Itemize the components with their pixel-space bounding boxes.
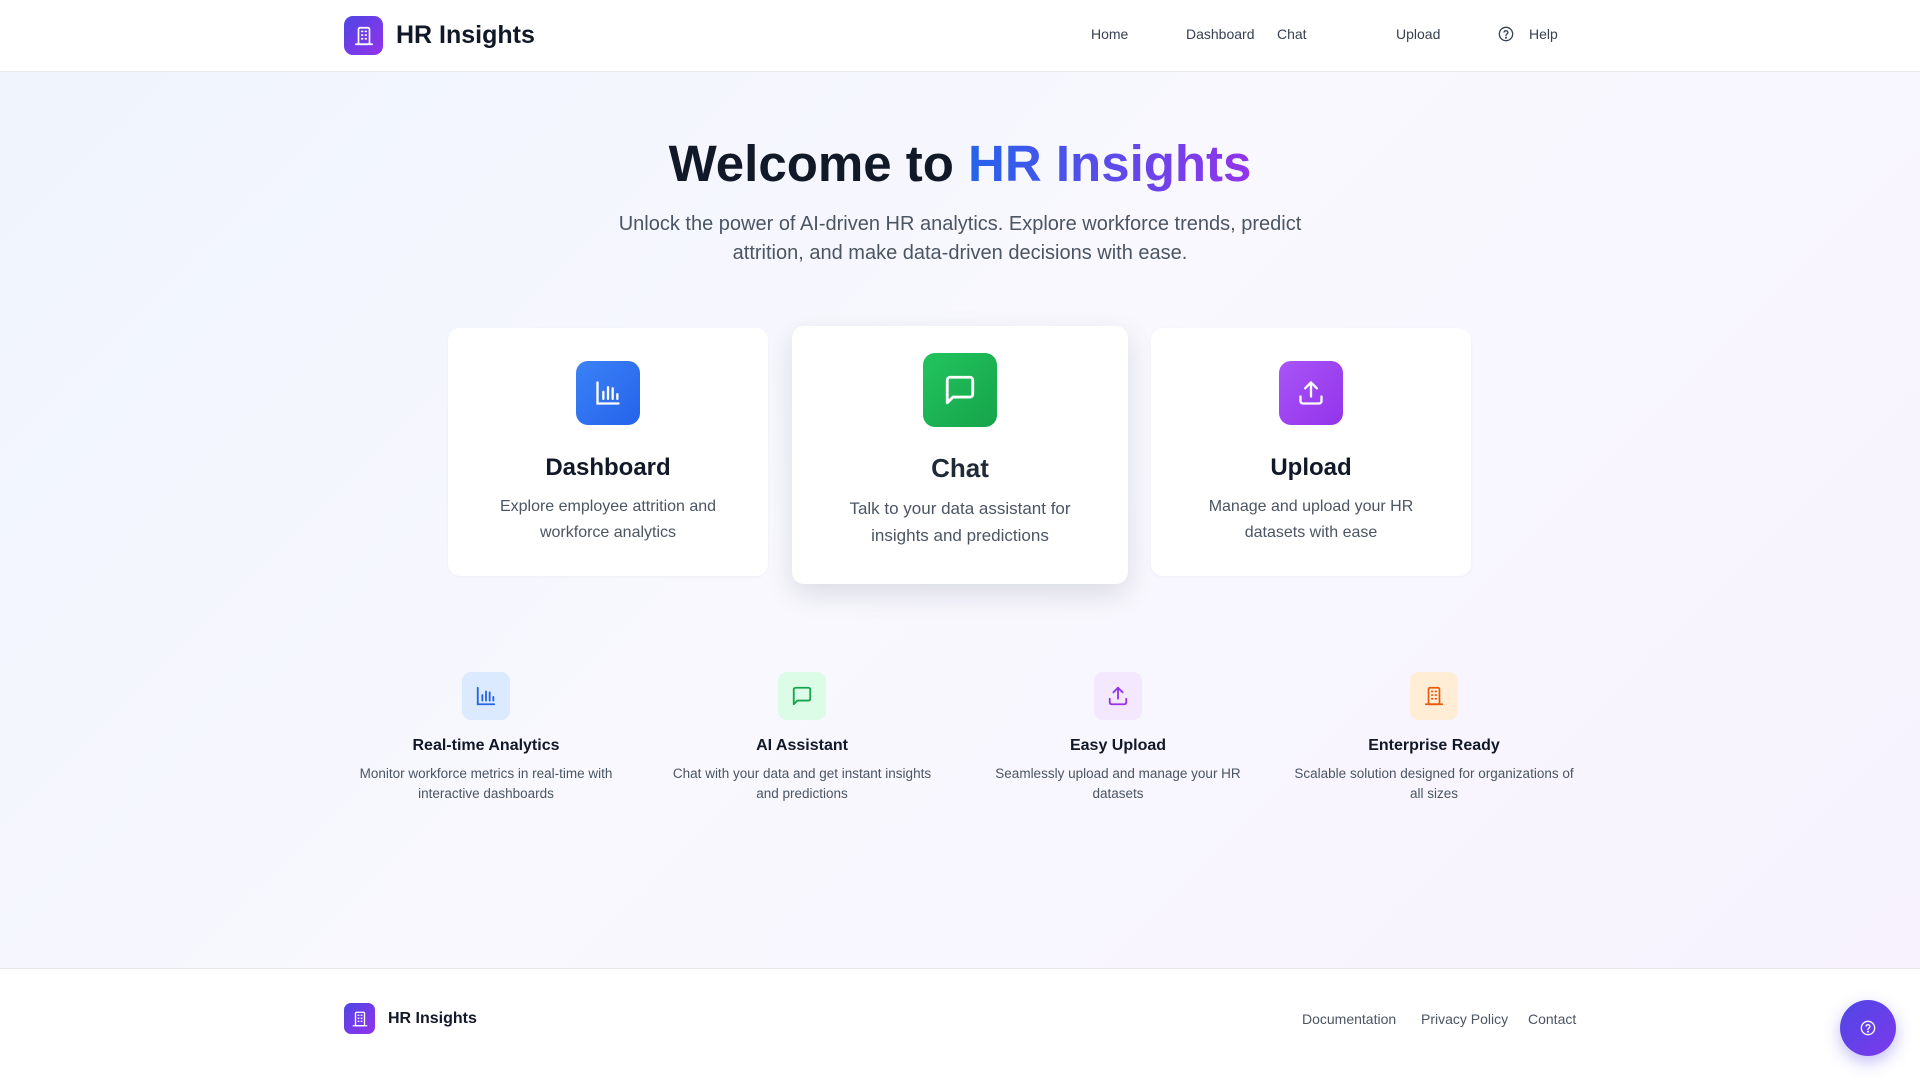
dashboard-card[interactable]: Dashboard Explore employee attrition and… (448, 328, 768, 576)
hero-title-prefix: Welcome to (668, 135, 954, 192)
nav-upload[interactable]: Upload (1396, 26, 1440, 42)
nav-home[interactable]: Home (1091, 26, 1128, 42)
feature-title: Enterprise Ready (1368, 737, 1500, 754)
footer-link-privacy-policy[interactable]: Privacy Policy (1421, 1011, 1508, 1027)
footer-link-documentation[interactable]: Documentation (1302, 1011, 1396, 1027)
upload-icon (1094, 672, 1142, 720)
feature-easy-upload: Easy Upload Seamlessly upload and manage… (973, 672, 1263, 804)
footer-link-contact[interactable]: Contact (1528, 1011, 1576, 1027)
feature-title: Easy Upload (1069, 737, 1167, 754)
upload-icon (1279, 361, 1343, 425)
help-circle-icon (1860, 1020, 1876, 1036)
nav-help-label: Help (1529, 26, 1558, 42)
nav-help[interactable]: Help (1498, 26, 1558, 42)
bar-chart-icon (462, 672, 510, 720)
feature-description: Scalable solution designed for organizat… (1294, 766, 1574, 801)
message-square-icon (778, 672, 826, 720)
feature-description: Seamlessly upload and manage your HR dat… (995, 766, 1241, 801)
feature-title: Real-time Analytics (412, 737, 560, 754)
feature-description: Monitor workforce metrics in real-time w… (359, 766, 613, 801)
upload-card[interactable]: Upload Manage and upload your HR dataset… (1151, 328, 1471, 576)
bar-chart-icon (576, 361, 640, 425)
card-title: Dashboard (545, 454, 671, 481)
feature-ai-assistant: AI Assistant Chat with your data and get… (657, 672, 947, 804)
nav-dashboard[interactable]: Dashboard (1186, 26, 1255, 42)
feature-title: AI Assistant (756, 737, 848, 754)
message-square-icon (923, 353, 997, 427)
feature-description: Chat with your data and get instant insi… (672, 766, 932, 801)
feature-real-time-analytics: Real-time Analytics Monitor workforce me… (341, 672, 631, 804)
card-description: Explore employee attrition and workforce… (499, 498, 717, 541)
footer: HR Insights Documentation Privacy Policy… (0, 968, 1920, 1080)
building-icon (1410, 672, 1458, 720)
chat-card[interactable]: Chat Talk to your data assistant for ins… (792, 326, 1128, 584)
help-fab-button[interactable] (1840, 1000, 1896, 1056)
card-title: Upload (1270, 454, 1352, 481)
main-nav: Home Dashboard Chat Upload Help (0, 26, 1920, 46)
page-title: Welcome to HR Insights (0, 134, 1920, 194)
hero-title-accent: HR Insights (968, 135, 1252, 192)
footer-brand[interactable]: HR Insights (344, 1003, 477, 1034)
help-circle-icon (1498, 26, 1514, 42)
card-title: Chat (931, 453, 989, 483)
feature-enterprise-ready: Enterprise Ready Scalable solution desig… (1289, 672, 1579, 804)
footer-brand-name: HR Insights (388, 1009, 477, 1027)
nav-chat[interactable]: Chat (1277, 26, 1307, 42)
top-navbar: HR Insights Home Dashboard Chat Upload H… (0, 0, 1920, 72)
card-description: Talk to your data assistant for insights… (849, 499, 1071, 545)
card-description: Manage and upload your HR datasets with … (1208, 498, 1414, 541)
building-icon (344, 1003, 375, 1034)
hero-subtitle: Unlock the power of AI-driven HR analyti… (618, 213, 1302, 264)
